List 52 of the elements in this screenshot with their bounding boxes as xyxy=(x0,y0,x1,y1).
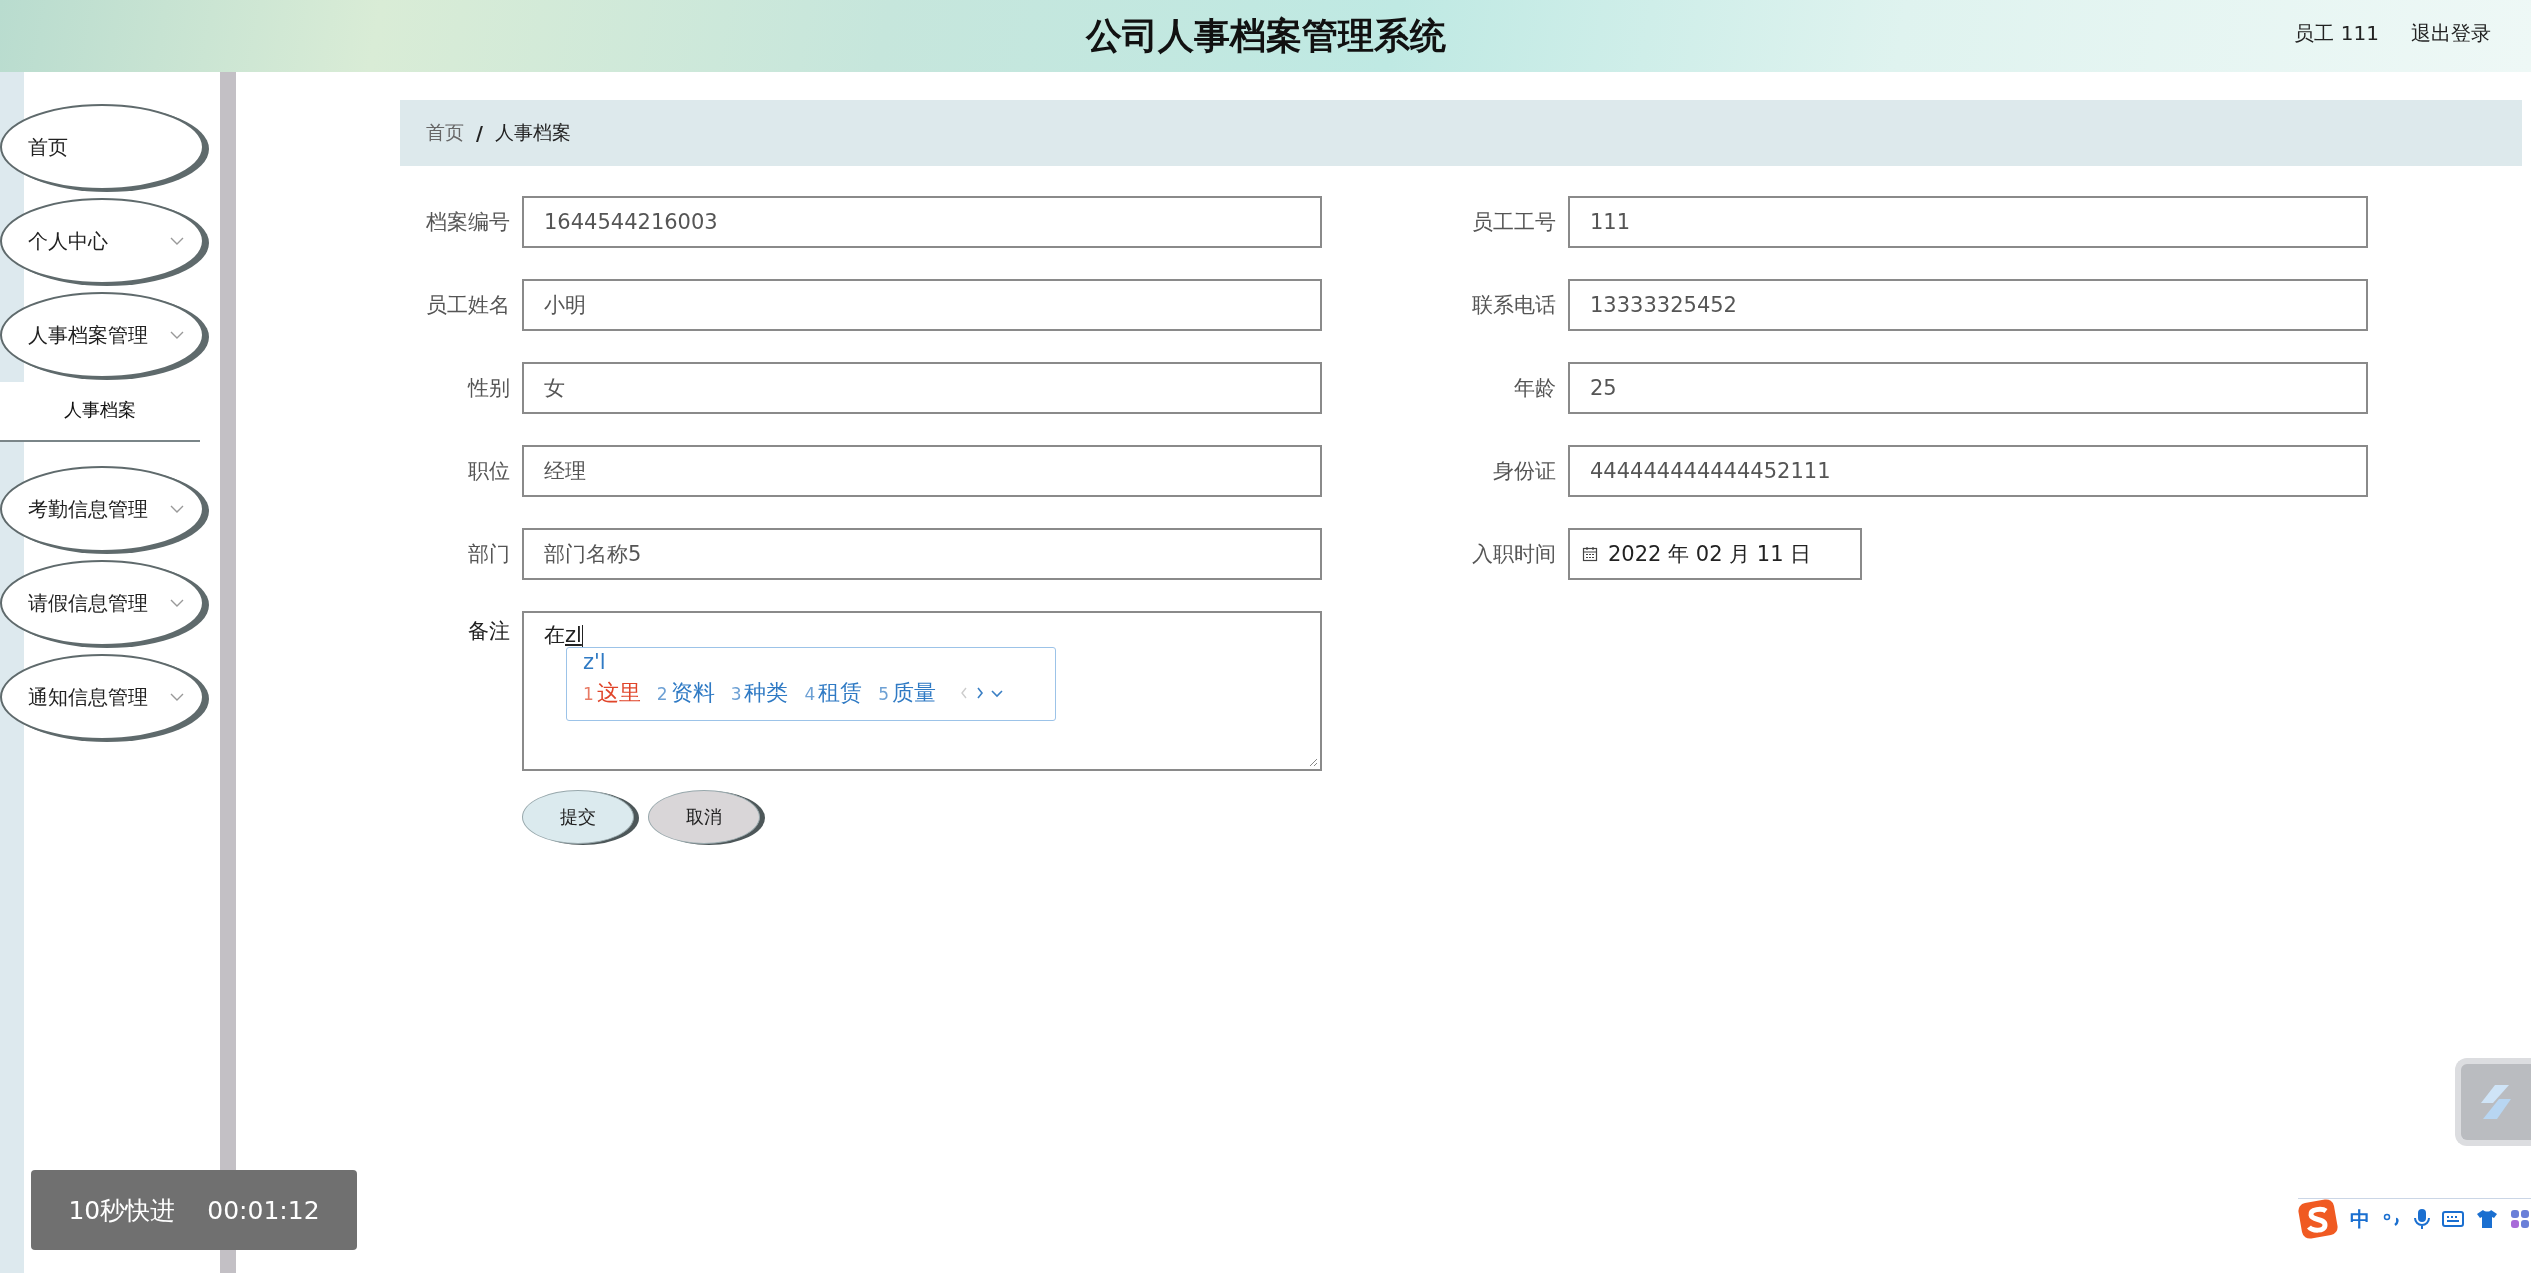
text-field[interactable]: 部门名称5 xyxy=(522,528,1322,580)
grid-icon[interactable] xyxy=(2510,1209,2530,1229)
field-label: 年龄 xyxy=(1513,375,1557,402)
field-label: 员工姓名 xyxy=(425,292,511,319)
fast-forward-label: 10秒快进 xyxy=(68,1194,176,1227)
logout-link[interactable]: 退出登录 xyxy=(2411,20,2491,47)
microphone-icon[interactable] xyxy=(2414,1208,2430,1230)
video-time: 00:01:12 xyxy=(207,1195,320,1225)
field-label: 职位 xyxy=(467,458,511,485)
chevron-icon xyxy=(170,330,184,340)
ime-logo-icon xyxy=(2298,1199,2338,1239)
chevron-icon xyxy=(170,236,184,246)
ime-candidate[interactable]: 4租赁 xyxy=(804,678,863,708)
field-label: 身份证 xyxy=(1492,458,1557,485)
text-field[interactable]: 经理 xyxy=(522,445,1322,497)
date-value: 2022 年 02 月 11 日 xyxy=(1608,541,1812,568)
text-field[interactable]: 女 xyxy=(522,362,1322,414)
field-label: 备注 xyxy=(467,618,511,645)
calendar-icon xyxy=(1582,546,1598,562)
breadcrumb-link[interactable]: 首页 xyxy=(426,120,464,146)
ime-candidate[interactable]: 1 这里 xyxy=(583,678,641,708)
ime-candidate[interactable]: 3 种类 xyxy=(730,678,789,708)
keyboard-icon[interactable] xyxy=(2442,1210,2464,1228)
submenu-item[interactable]: 人事档案 xyxy=(0,382,200,442)
chevron-icon xyxy=(170,692,184,702)
chevron-icon xyxy=(170,598,184,608)
date-field[interactable]: 2022 年 02 月 11 日 xyxy=(1568,528,1862,580)
ime-candidate[interactable]: 5 质量 xyxy=(878,678,937,708)
text-field[interactable]: 1644544216003 xyxy=(522,196,1322,248)
text-field[interactable]: 444444444444452111 xyxy=(1568,445,2368,497)
field-label: 入职时间 xyxy=(1471,541,1557,568)
field-label: 员工工号 xyxy=(1471,209,1557,236)
text-field[interactable]: 25 xyxy=(1568,362,2368,414)
ime-candidate[interactable]: 2 资料 xyxy=(656,678,715,708)
app-title: 公司人事档案管理系统 xyxy=(1085,13,1446,58)
text-field[interactable]: 111 xyxy=(1568,196,2368,248)
breadcrumb-link[interactable]: 人事档案 xyxy=(494,120,571,146)
field-label: 联系电话 xyxy=(1471,292,1557,319)
text-field[interactable]: 13333325452 xyxy=(1568,279,2368,331)
field-label: 性别 xyxy=(466,375,511,402)
shirt-icon[interactable] xyxy=(2476,1209,2498,1229)
chevron-icon xyxy=(170,504,184,514)
resize-grip-icon[interactable] xyxy=(1308,757,1318,767)
field-label: 部门 xyxy=(467,541,511,568)
remark-text: 在zl xyxy=(544,623,583,647)
text-field[interactable]: 小明 xyxy=(522,279,1322,331)
field-label: 档案编号 xyxy=(425,209,511,236)
ime-input-text: z'l xyxy=(583,650,606,674)
input-mode-toggle[interactable]: 中 xyxy=(2350,1205,2370,1233)
remark-textarea[interactable]: 在zl z'l 1 这里 2 资料 3 种类 4租赁 5 质量 xyxy=(522,611,1322,771)
breadcrumb-separator: / xyxy=(476,122,483,144)
user-label: 员工 111 xyxy=(2294,20,2379,47)
